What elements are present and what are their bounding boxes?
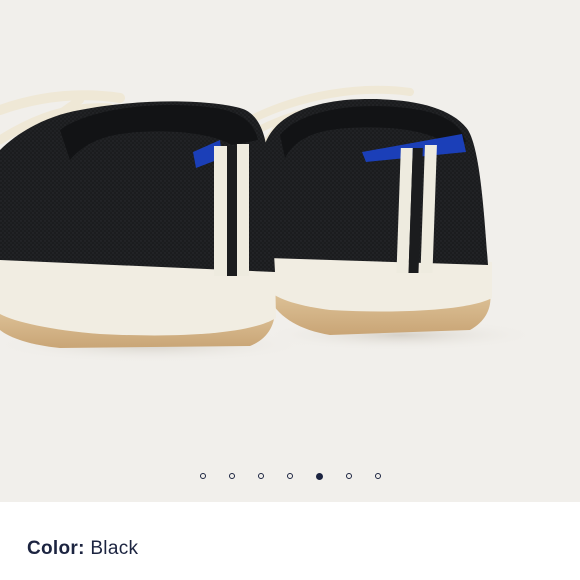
- product-image-gallery[interactable]: [0, 0, 580, 502]
- carousel-dot-6[interactable]: [345, 473, 352, 479]
- carousel-dot-7[interactable]: [374, 473, 381, 479]
- color-label: Color:: [27, 538, 85, 559]
- carousel-dot-5[interactable]: [315, 472, 323, 480]
- carousel-indicator: [0, 468, 580, 484]
- color-value: Black: [90, 538, 139, 559]
- sneaker-photo: [0, 85, 540, 363]
- color-selection: Color: Black: [27, 538, 138, 560]
- left-shoe: [0, 90, 276, 348]
- carousel-dot-3[interactable]: [257, 473, 264, 479]
- carousel-dot-1[interactable]: [199, 473, 206, 479]
- carousel-dot-2[interactable]: [228, 473, 235, 479]
- carousel-dot-4[interactable]: [286, 473, 293, 479]
- right-shoe: [236, 85, 492, 335]
